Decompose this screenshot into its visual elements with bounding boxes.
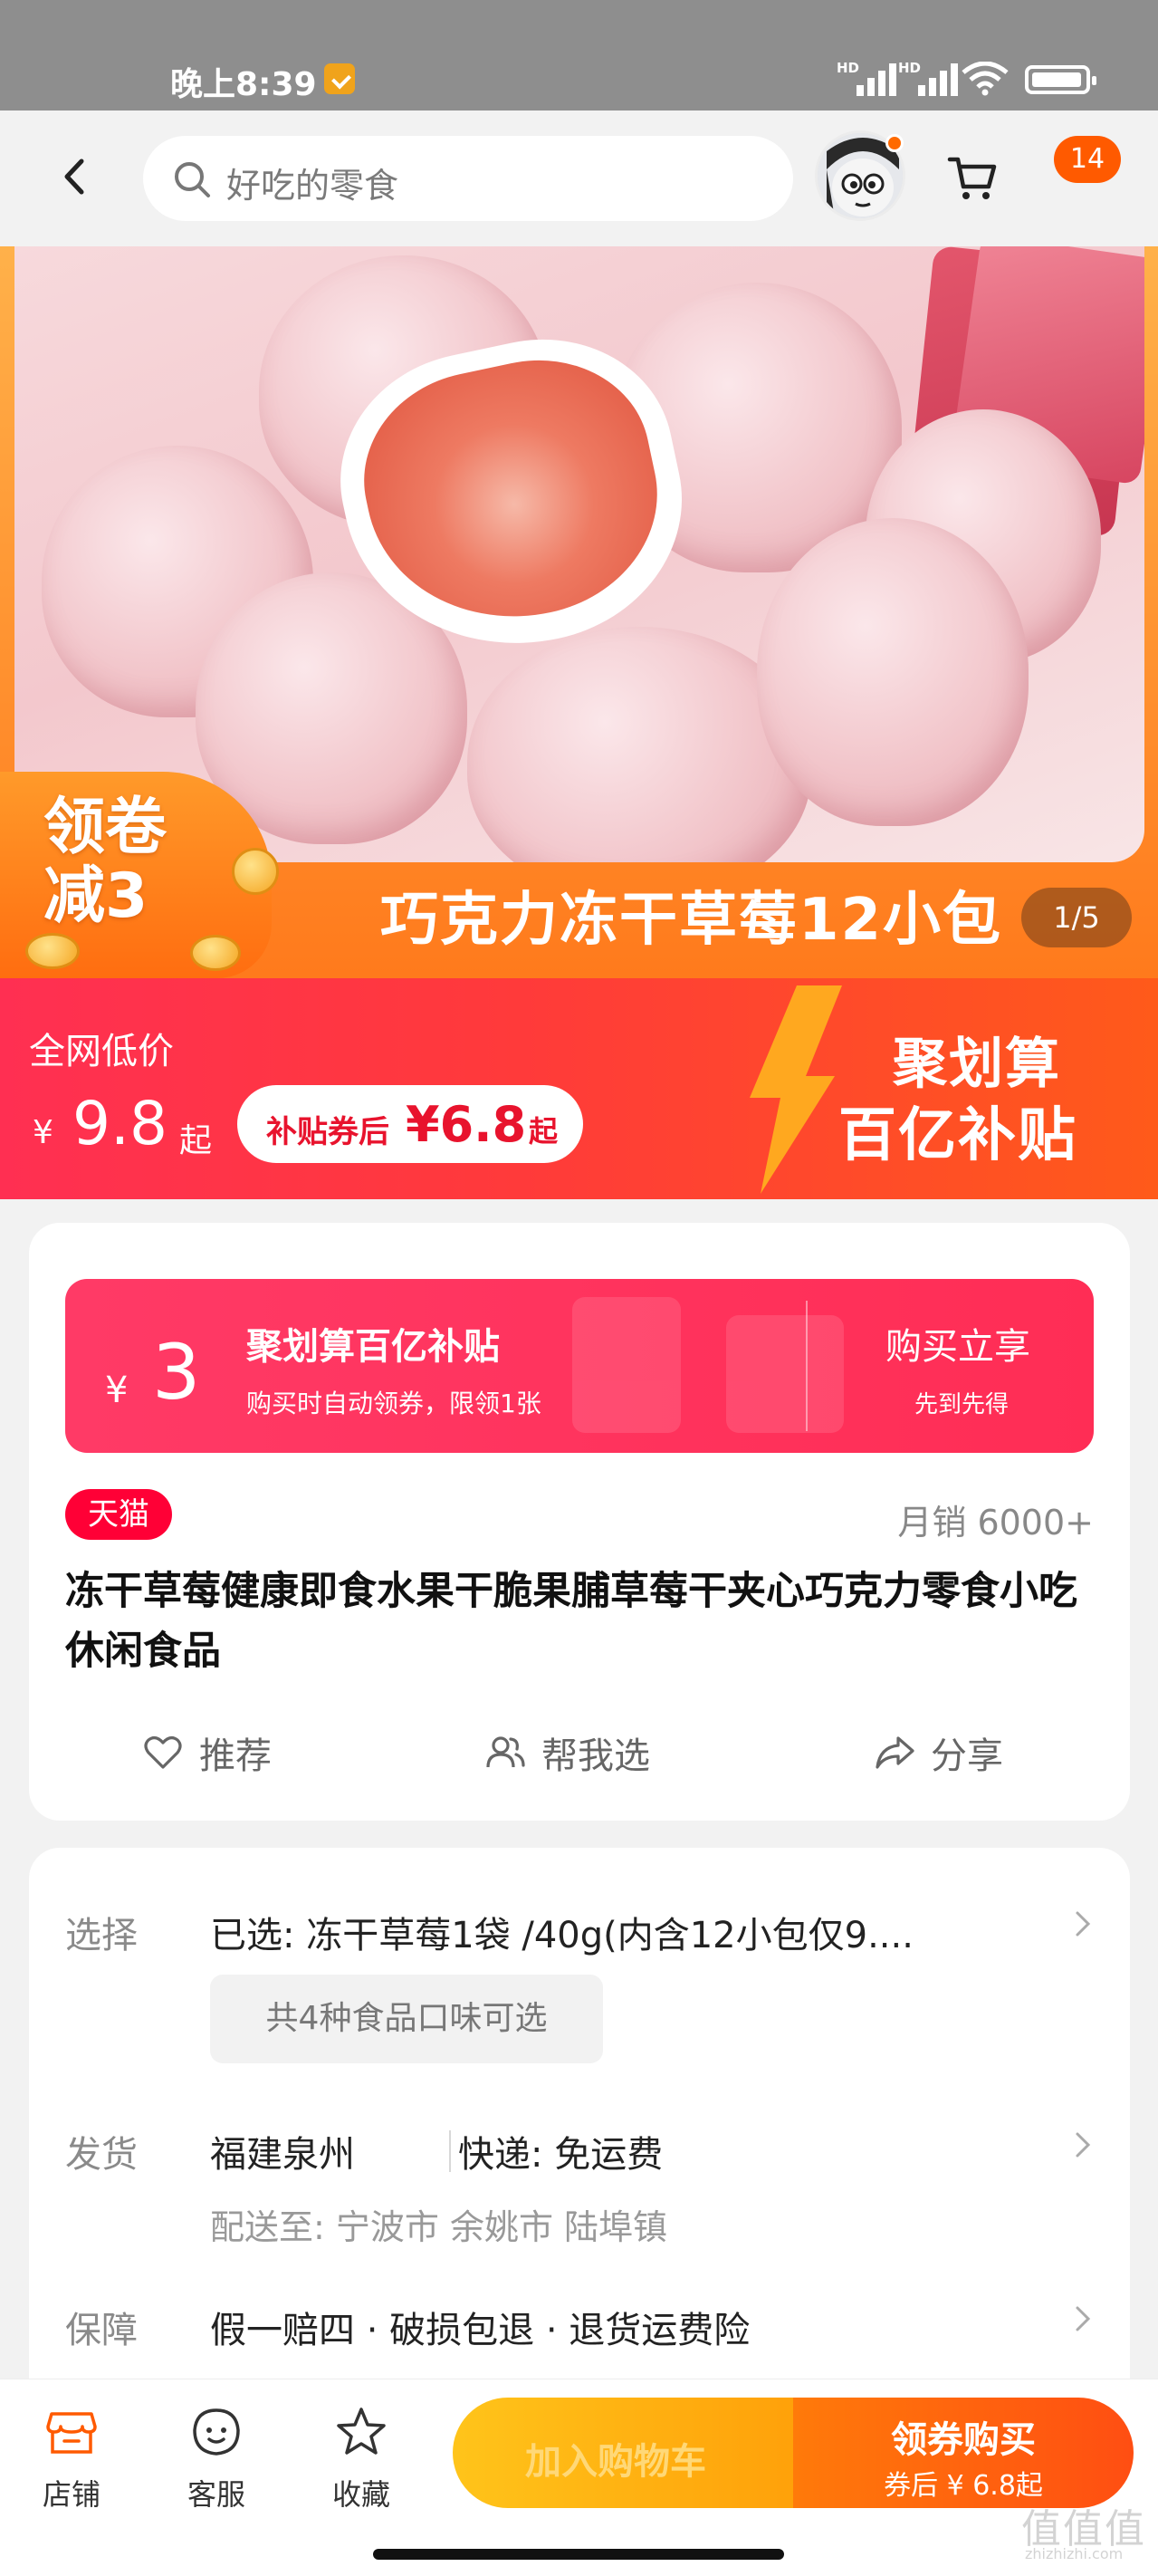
price-currency: ¥ (33, 1114, 53, 1151)
battery-icon (1025, 65, 1096, 94)
image-pager: 1/5 (1021, 888, 1132, 947)
price-banner: 全网低价 ¥ 9.8 起 补贴券后 ¥6.8 起 聚划算 百亿补贴 (0, 978, 1158, 1199)
coin-icon (190, 935, 241, 971)
coupon-divider (806, 1301, 808, 1431)
subsidy-suffix: 起 (529, 1114, 559, 1149)
more-badge[interactable]: 14 (1054, 136, 1121, 183)
ship-divider (449, 2130, 451, 2172)
action-row: 推荐 帮我选 分享 (29, 1712, 1130, 1793)
guarantee-label: 保障 (65, 2310, 138, 2351)
coupon-title: 聚划算百亿补贴 (246, 1326, 500, 1368)
notification-icon (324, 63, 355, 94)
top-nav: 好吃的零食 14 (0, 111, 1158, 246)
store-label: 店铺 (42, 2477, 100, 2512)
buy-now-button[interactable]: 领券购买 券后 ¥ 6.8起 (793, 2398, 1134, 2508)
recommend-button[interactable]: 推荐 (143, 1712, 272, 1793)
customer-service-icon (193, 2408, 240, 2456)
heart-icon (144, 1736, 182, 1769)
product-info-card: ¥ 3 聚划算百亿补贴 购买时自动领券，限领1张 购买立享 先到先得 天猫 月销… (29, 1223, 1130, 1821)
options-card: 选择 已选: 冻干草莓1袋 /40g(内含12小包仅9.... 共4种食品口味可… (29, 1848, 1130, 2409)
store-icon (46, 2412, 97, 2454)
watermark: 值值值 zhizhizhi.com (1021, 2496, 1148, 2569)
search-icon (175, 162, 210, 197)
select-label: 选择 (65, 1915, 138, 1956)
price-suffix: 起 (179, 1122, 213, 1159)
chevron-right-icon (1076, 1911, 1091, 1937)
customer-service-label: 客服 (187, 2477, 245, 2512)
recommend-label: 推荐 (199, 1735, 272, 1777)
ship-origin: 福建泉州 (210, 2134, 355, 2176)
help-me-choose-button[interactable]: 帮我选 (485, 1712, 650, 1793)
product-image-carousel[interactable]: 领卷减3 巧克力冻干草莓12小包 1/5 (0, 246, 1158, 978)
flavor-chip[interactable]: 共4种食品口味可选 (210, 1975, 603, 2063)
coin-icon (25, 933, 80, 969)
signal-icon: HD (837, 60, 900, 96)
hd-label-2: HD (898, 60, 922, 76)
back-arrow-icon[interactable] (56, 158, 94, 196)
ship-label: 发货 (65, 2134, 138, 2176)
status-time: 晚上8:39 (170, 66, 317, 103)
price-value: 9.8 (72, 1089, 167, 1158)
buy-now-label: 领券购买 (891, 2419, 1036, 2461)
coupon-decoration-icon (572, 1297, 844, 1433)
coupon-currency: ¥ (105, 1370, 129, 1411)
people-icon (486, 1736, 525, 1768)
add-to-cart-button[interactable]: 加入购物车 (453, 2398, 793, 2508)
search-placeholder: 好吃的零食 (226, 166, 399, 206)
home-indicator[interactable] (373, 2549, 784, 2560)
coupon-text: 领卷减3 (43, 792, 167, 932)
coin-icon (232, 848, 279, 895)
help-me-choose-label: 帮我选 (541, 1735, 650, 1777)
chevron-right-icon (1076, 2132, 1091, 2158)
product-title: 冻干草莓健康即食水果干脆果脯草莓干夹心巧克力零食小吃休闲食品 (65, 1569, 1077, 1674)
hd-label: HD (837, 60, 860, 76)
coupon-cta[interactable]: 购买立享 (885, 1317, 1030, 1370)
subsidy-prefix: 补贴券后 (266, 1114, 389, 1150)
status-bar: 晚上8:39 HD HD (0, 0, 1158, 111)
share-icon (876, 1736, 914, 1769)
star-icon (337, 2408, 386, 2455)
customer-service-button[interactable]: 客服 (167, 2405, 266, 2514)
brand-line-2: 百亿补贴 (838, 1102, 1077, 1169)
subsidy-price: ¥6.8 (406, 1096, 527, 1153)
signal-icon-2: HD (898, 60, 962, 96)
coupon-desc: 购买时自动领券，限领1张 (246, 1389, 541, 1418)
monthly-sales: 月销 6000+ (897, 1503, 1094, 1543)
bottom-action-bar: 店铺 客服 收藏 加入购物车 领券购买 券后 ¥ 6.8起 (0, 2379, 1158, 2576)
share-button[interactable]: 分享 (875, 1712, 1003, 1793)
purchase-buttons: 加入购物车 领券购买 券后 ¥ 6.8起 (453, 2398, 1134, 2508)
store-button[interactable]: 店铺 (22, 2405, 121, 2514)
favorite-button[interactable]: 收藏 (311, 2405, 411, 2514)
subsidy-coupon-card[interactable]: ¥ 3 聚划算百亿补贴 购买时自动领券，限领1张 购买立享 先到先得 (65, 1279, 1094, 1453)
wifi-icon (962, 62, 1009, 96)
subsidy-price-pill: 补贴券后 ¥6.8 起 (237, 1085, 583, 1163)
price-label: 全网低价 (29, 1031, 174, 1072)
coupon-amount: 3 (152, 1328, 201, 1417)
product-photo (14, 246, 1144, 862)
ship-destination: 配送至: 宁波市 余姚市 陆埠镇 (210, 2207, 668, 2247)
cart-icon[interactable] (947, 152, 998, 203)
watermark-url: zhizhizhi.com (1025, 2545, 1124, 2562)
add-to-cart-label: 加入购物车 (525, 2441, 706, 2483)
brand-line-1: 聚划算 (893, 1033, 1061, 1096)
chevron-right-icon (1076, 2306, 1091, 2331)
select-value: 已选: 冻干草莓1袋 /40g(内含12小包仅9.... (210, 1915, 914, 1956)
avatar-notification-dot (885, 134, 904, 152)
hero-caption: 巧克力冻干草莓12小包 (380, 887, 1003, 954)
lightning-icon (750, 985, 842, 1194)
ship-method: 快递: 免运费 (458, 2134, 664, 2176)
coupon-cta-sub: 先到先得 (914, 1391, 1010, 1418)
guarantee-value: 假一赔四 · 破损包退 · 退货运费险 (210, 2310, 751, 2351)
share-label: 分享 (931, 1735, 1003, 1777)
berry-shape (757, 518, 1029, 826)
tmall-badge: 天猫 (65, 1489, 172, 1540)
favorite-label: 收藏 (331, 2477, 390, 2512)
search-input[interactable]: 好吃的零食 (143, 136, 793, 221)
